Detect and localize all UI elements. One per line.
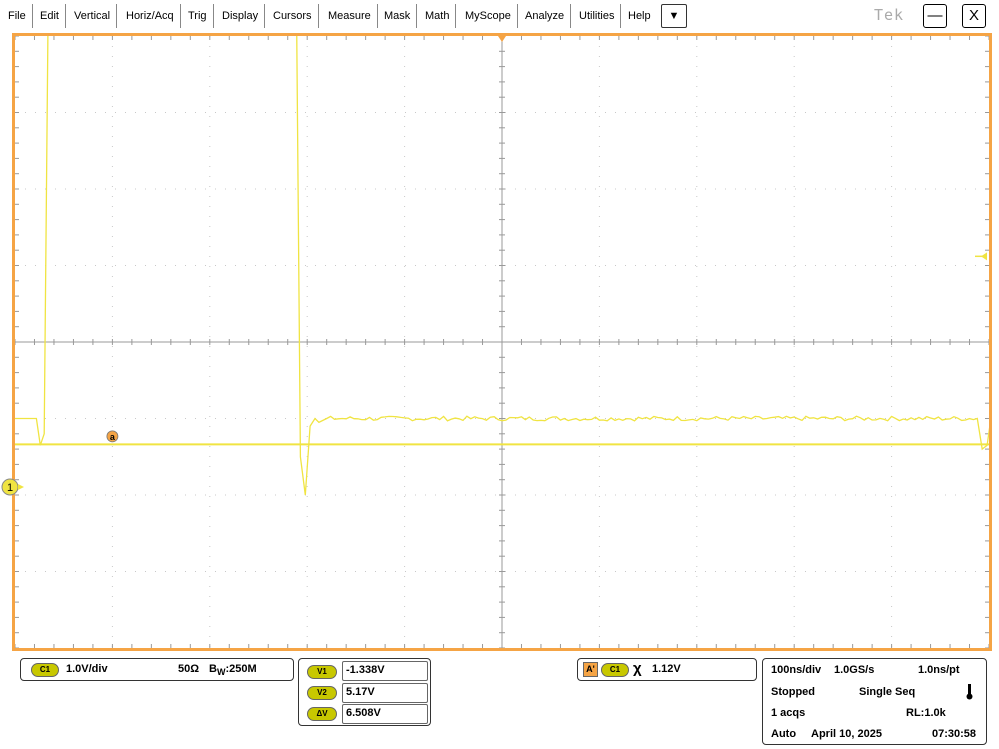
channel-bandwidth-group: BW:250M	[209, 663, 257, 677]
waveform-display[interactable]: ba	[12, 33, 992, 651]
trigger-readout[interactable]: A' C1 χ 1.12V	[577, 658, 757, 681]
sample-rate: 1.0GS/s	[834, 664, 875, 676]
cursor-delta-badge: ΔV	[307, 707, 337, 721]
acq-time: 07:30:58	[932, 728, 977, 740]
menu-cursors[interactable]: Cursors	[267, 4, 319, 28]
menu-help[interactable]: Help	[622, 4, 657, 28]
trigger-mode-badge: A'	[583, 662, 598, 677]
acq-count: 1 acqs	[771, 707, 806, 719]
minimize-icon: —	[927, 7, 943, 24]
channel-scale: 1.0V/div	[66, 663, 108, 675]
close-icon: X	[968, 7, 979, 24]
cursor-v2-badge: V2	[307, 686, 337, 700]
menu-display[interactable]: Display	[216, 4, 266, 28]
cursor-delta-value: 6.508V	[346, 707, 381, 719]
channel-impedance: 50Ω	[178, 663, 200, 675]
timebase: 100ns/div	[771, 664, 822, 676]
close-button[interactable]: X	[962, 4, 986, 28]
trigger-slope-icon: χ	[633, 660, 642, 677]
menu-utilities[interactable]: Utilities	[573, 4, 622, 28]
acq-mode: Single Seq	[859, 686, 916, 698]
channel-1-marker[interactable]: 1	[0, 477, 26, 497]
channel-1-readout[interactable]: C1 1.0V/div 50Ω BW:250M	[20, 658, 294, 681]
channel-1-badge: C1	[31, 663, 59, 677]
cursor-readout[interactable]: V1 -1.338V V2 5.17V ΔV 6.508V	[298, 658, 431, 726]
chevron-down-icon: ▼	[668, 10, 680, 22]
trigger-position-marker	[498, 36, 506, 42]
menu-file[interactable]: File	[2, 4, 33, 28]
resolution: 1.0ns/pt	[918, 664, 960, 676]
cursor-v1-value: -1.338V	[346, 664, 385, 676]
cursor-v2-value: 5.17V	[346, 686, 375, 698]
graticule: ba	[15, 36, 989, 648]
run-state-icon	[966, 684, 973, 700]
menu-bar: File Edit Vertical Horiz/Acq Trig Displa…	[0, 0, 999, 32]
menu-dropdown-button[interactable]: ▼	[661, 4, 687, 28]
menu-vertical[interactable]: Vertical	[68, 4, 118, 28]
menu-trig[interactable]: Trig	[182, 4, 214, 28]
menu-edit[interactable]: Edit	[34, 4, 66, 28]
acq-state: Stopped	[771, 686, 815, 698]
menu-myscope[interactable]: MyScope	[459, 4, 518, 28]
brand-logo: Tek	[874, 6, 905, 24]
menu-mask[interactable]: Mask	[378, 4, 418, 28]
trigger-level: 1.12V	[652, 663, 681, 675]
channel-bandwidth: :250M	[225, 663, 257, 675]
bandwidth-prefix: B	[209, 663, 217, 675]
trigger-mode: Auto	[771, 728, 797, 740]
menu-measure[interactable]: Measure	[322, 4, 378, 28]
trigger-source-badge: C1	[601, 663, 629, 677]
menu-analyze[interactable]: Analyze	[519, 4, 572, 28]
menu-horiz-acq[interactable]: Horiz/Acq	[120, 4, 181, 28]
acq-date: April 10, 2025	[811, 728, 882, 740]
record-length: RL:1.0k	[906, 707, 946, 719]
channel-1-marker-label: 1	[7, 482, 13, 494]
acquisition-readout[interactable]: 100ns/div 1.0GS/s 1.0ns/pt Stopped Singl…	[762, 658, 987, 745]
minimize-button[interactable]: —	[923, 4, 947, 28]
menu-math[interactable]: Math	[419, 4, 457, 28]
cursor-v1-badge: V1	[307, 665, 337, 679]
